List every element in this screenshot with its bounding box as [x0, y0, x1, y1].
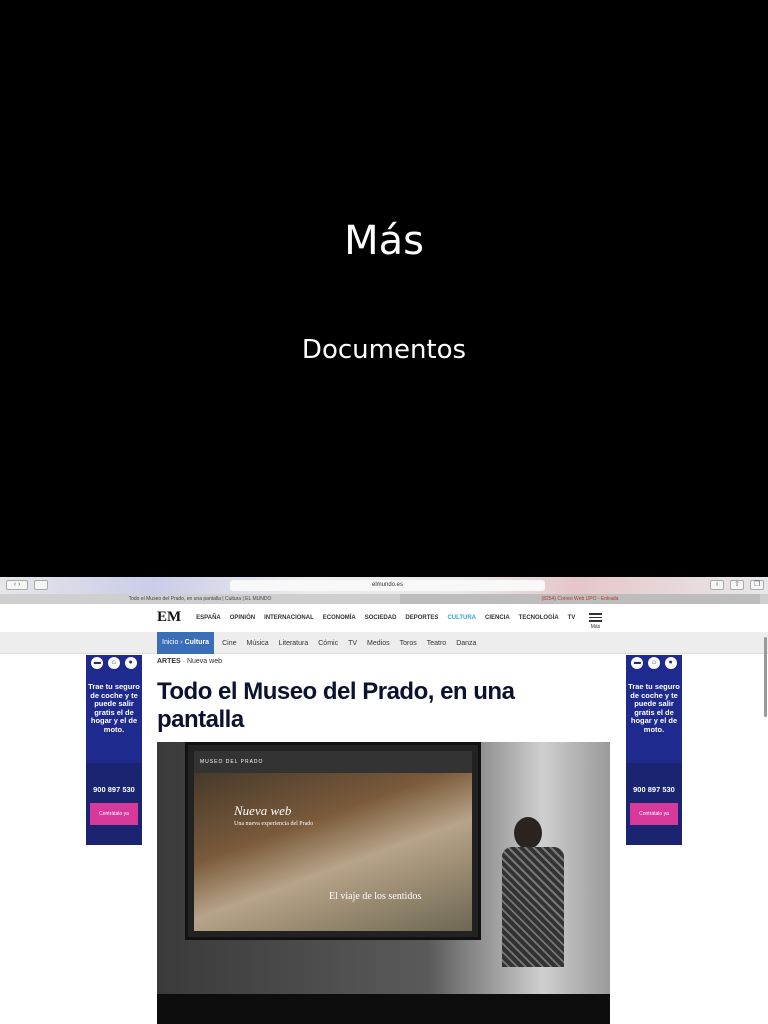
- kicker-section[interactable]: ARTES: [157, 658, 181, 665]
- menu-label: Más: [590, 623, 601, 630]
- article-headline: Todo el Museo del Prado, en una pantalla: [157, 678, 515, 733]
- moto-icon: ●: [664, 657, 677, 669]
- site-logo[interactable]: EM: [157, 609, 181, 626]
- main-nav: EM ESPAÑA OPINIÓN INTERNACIONAL ECONOMÍA…: [157, 609, 575, 626]
- slide-title: Más: [344, 218, 424, 264]
- tab-bar: Todo el Museo del Prado, en una pantalla…: [0, 594, 768, 604]
- info-icon[interactable]: i: [710, 580, 724, 590]
- article-kicker: ARTES · Nueva web: [157, 658, 222, 665]
- projected-tagline: Nueva web: [234, 803, 292, 818]
- subnav-item[interactable]: Música: [246, 640, 268, 647]
- subnav-item[interactable]: Cómic: [318, 640, 338, 647]
- nav-item[interactable]: ECONOMÍA: [323, 615, 356, 621]
- projected-promo: El viaje de los sentidos: [329, 891, 422, 902]
- sidebar-icon[interactable]: [34, 580, 48, 590]
- person-figure: [502, 817, 577, 1017]
- ad-banner-left[interactable]: ▬ ⌂ ● Trae tu seguro de coche y te puede s…: [86, 655, 142, 845]
- share-icon[interactable]: ⇧: [730, 580, 744, 590]
- ad-cta-button[interactable]: Contrátalo ya: [630, 803, 678, 825]
- ad-banner-right[interactable]: ▬ ⌂ ● Trae tu seguro de coche y te puede s…: [626, 655, 682, 845]
- projected-subtag: Una nueva experiencia del Prado: [234, 821, 314, 827]
- subnav-item[interactable]: Toros: [400, 640, 417, 647]
- home-icon: ⌂: [107, 657, 120, 669]
- nav-item[interactable]: OPINIÓN: [230, 615, 255, 621]
- nav-item[interactable]: TV: [568, 615, 576, 621]
- slide-subtitle: Documentos: [301, 335, 467, 365]
- back-forward-icon[interactable]: ‹ ›: [6, 580, 28, 590]
- scrollbar[interactable]: [764, 637, 767, 717]
- ad-phone: 900 897 530: [93, 785, 135, 794]
- subnav-item[interactable]: Cine: [222, 640, 236, 647]
- projection-screen: MUSEO DEL PRADO Nueva web Una nueva expe…: [185, 742, 481, 940]
- moto-icon: ●: [124, 657, 137, 669]
- ad-cta-button[interactable]: Contrátalo ya: [90, 803, 138, 825]
- car-icon: ▬: [91, 657, 104, 669]
- nav-item-active[interactable]: CULTURA: [447, 615, 476, 621]
- breadcrumb[interactable]: Inicio › Cultura: [157, 632, 215, 654]
- nav-item[interactable]: ESPAÑA: [196, 615, 221, 621]
- breadcrumb-home[interactable]: Inicio: [162, 639, 178, 646]
- tab-elmundo[interactable]: Todo el Museo del Prado, en una pantalla…: [0, 594, 400, 604]
- kicker-sub: · Nueva web: [182, 658, 222, 665]
- subnav-item[interactable]: Medios: [367, 640, 390, 647]
- ad-phone: 900 897 530: [633, 785, 675, 794]
- ad-text: Trae tu seguro de coche y te puede salir…: [628, 682, 680, 734]
- browser-screenshot: ‹ › elmundo.es i ⇧ ❐ Todo el Museo del P…: [0, 577, 768, 1024]
- subnav-item[interactable]: Teatro: [427, 640, 446, 647]
- ad-text: Trae tu seguro de coche y te puede salir…: [88, 682, 140, 734]
- home-icon: ⌂: [647, 657, 660, 669]
- url-bar[interactable]: elmundo.es: [230, 580, 545, 591]
- nav-item[interactable]: DEPORTES: [405, 615, 438, 621]
- menu-button[interactable]: Más: [589, 611, 602, 630]
- car-icon: ▬: [631, 657, 644, 669]
- article-photo: MUSEO DEL PRADO Nueva web Una nueva expe…: [157, 742, 610, 1024]
- table: [157, 994, 610, 1024]
- subnav-item[interactable]: TV: [348, 640, 357, 647]
- nav-item[interactable]: CIENCIA: [485, 615, 510, 621]
- subnav-item[interactable]: Literatura: [279, 640, 309, 647]
- subnav-item[interactable]: Danza: [456, 640, 476, 647]
- projected-site-name: MUSEO DEL PRADO: [194, 751, 472, 773]
- tabs-icon[interactable]: ❐: [750, 580, 764, 590]
- tab-correo[interactable]: (8254) Correo Web UPO - Entrada: [400, 594, 760, 604]
- nav-item[interactable]: SOCIEDAD: [365, 615, 397, 621]
- browser-toolbar: ‹ › elmundo.es i ⇧ ❐: [0, 577, 768, 594]
- new-tab-button[interactable]: [760, 594, 768, 604]
- nav-item[interactable]: INTERNACIONAL: [264, 615, 314, 621]
- sub-nav: Inicio › Cultura Cine Música Literatura …: [0, 632, 768, 654]
- breadcrumb-section[interactable]: Cultura: [185, 639, 210, 646]
- nav-item[interactable]: TECNOLOGÍA: [519, 615, 559, 621]
